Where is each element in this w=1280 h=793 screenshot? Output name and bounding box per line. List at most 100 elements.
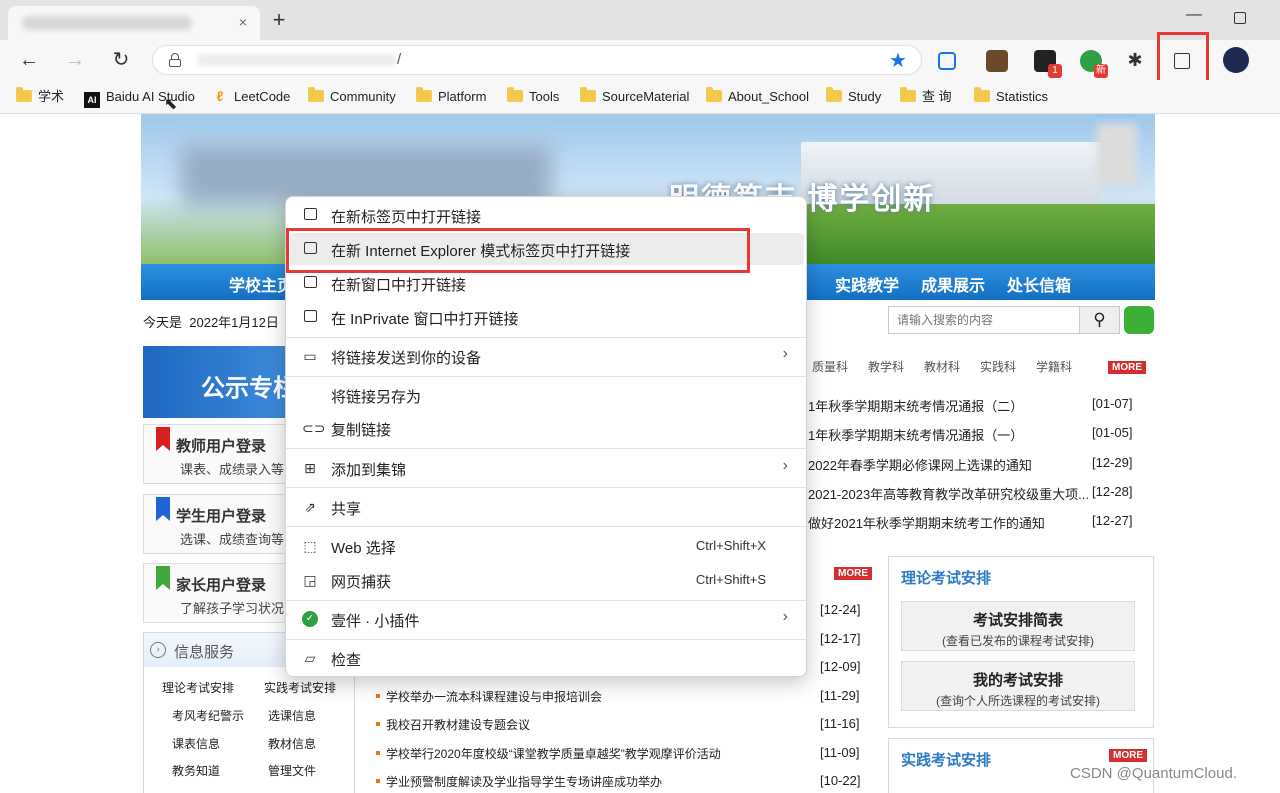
tab-textbook[interactable]: 教材科 [924,358,960,375]
menu-send-to-device[interactable]: ▭ 将链接发送到你的设备 › [290,340,804,372]
list-item[interactable]: 学校举行2020年度校级“课堂教学质量卓越奖”教学观摩评价活动 [376,745,866,762]
yiban-icon: ✓ [302,611,318,627]
info-link[interactable]: 管理文件 [268,762,316,779]
extension-avatar-icon[interactable] [986,50,1008,72]
bookmark-folder[interactable]: Platform [416,87,486,106]
site-search-input[interactable] [889,307,1079,333]
web-capture-icon: ◲ [303,572,317,588]
new-window-icon [302,275,318,291]
bookmark-folder[interactable]: About_School [706,87,809,106]
link-icon: ⊂⊃ [302,420,326,436]
title-bar: × + — [0,0,1280,40]
list-date: [11-29] [820,688,860,703]
wechat-icon[interactable] [1124,306,1154,334]
folder-icon [706,87,722,102]
menu-add-to-collections[interactable]: ⊞ 添加到集锦 › [290,452,804,484]
tab-registry[interactable]: 学籍科 [1036,358,1072,375]
yiban-extension-icon[interactable]: 新 [1080,50,1108,78]
bookmark-folder[interactable]: SourceMaterial [580,87,689,106]
menu-web-select[interactable]: ⬚ Web 选择 Ctrl+Shift+X [290,530,804,562]
folder-icon [416,87,432,102]
search-icon[interactable]: ⚲ [1079,307,1119,333]
list-date: [11-16] [820,716,860,731]
list-date: [12-09] [820,659,861,674]
list-item[interactable]: 我校召开教材建设专题会议 [376,716,866,733]
my-exam-button[interactable]: 我的考试安排 (查询个人所选课程的考试安排) [901,661,1135,711]
current-date: 2022年1月12日 [189,315,279,330]
menu-open-inprivate[interactable]: 在 InPrivate 窗口中打开链接 [290,301,804,333]
new-tab-icon [302,207,318,223]
list-date: [12-17] [820,631,861,646]
list-item[interactable]: 学业预警制度解读及学业指导学生专场讲座成功举办 [376,773,866,790]
ie-mode-highlight-box [1157,32,1209,87]
menu-open-new-tab[interactable]: 在新标签页中打开链接 [290,199,804,231]
nav-practice[interactable]: 实践教学 [835,272,899,296]
info-link[interactable]: 教材信息 [268,735,316,752]
bookmark-folder[interactable]: 学术 [16,87,64,106]
news-tabs: 质量科 教学科 教材科 实践科 学籍科 MORE [808,358,1153,380]
maximize-button[interactable] [1234,12,1246,24]
browser-tab[interactable]: × [8,6,260,40]
menu-copy-link[interactable]: ⊂⊃ 复制链接 [290,412,804,444]
more-button[interactable]: MORE [1108,361,1146,374]
extensions-puzzle-icon[interactable]: ✱ [1122,48,1148,74]
blue-flag-icon [156,497,170,521]
tab-quality[interactable]: 质量科 [812,358,848,375]
more-button[interactable]: MORE [1109,749,1147,762]
screen-cast-icon[interactable] [938,52,956,70]
extension-notification-icon[interactable]: 1 [1034,50,1062,78]
menu-share[interactable]: ⇗ 共享 [290,491,804,523]
back-arrow-icon[interactable]: ← [16,48,42,74]
chevron-circle-icon: › [150,642,166,658]
tab-practice[interactable]: 实践科 [980,358,1016,375]
url-redacted [197,54,397,66]
profile-avatar[interactable] [1223,47,1249,73]
new-tab-button[interactable]: + [266,8,292,34]
tab-close-button[interactable]: × [234,13,252,31]
bookmark-folder[interactable]: Statistics [974,87,1048,106]
menu-inspect[interactable]: ▱ 检查 [290,642,804,674]
info-link[interactable]: 实践考试安排 [264,679,336,696]
bookmark-folder[interactable]: Tools [507,87,559,106]
address-bar[interactable]: / ★ [152,45,922,75]
url-suffix: / [397,51,402,68]
forward-arrow-icon[interactable]: → [62,48,88,74]
nav-results[interactable]: 成果展示 [921,272,985,296]
menu-web-capture[interactable]: ◲ 网页捕获 Ctrl+Shift+S [290,564,804,596]
more-button[interactable]: MORE [834,567,872,580]
info-link[interactable]: 教务知道 [172,762,220,779]
list-item[interactable]: 学校举办一流本科课程建设与申报培训会 [376,688,866,705]
minimize-button[interactable]: — [1184,6,1204,26]
bookmark-link[interactable]: ℓ LeetCode [212,88,291,106]
favorite-star-icon[interactable]: ★ [889,48,907,73]
folder-icon [826,87,842,102]
info-link[interactable]: 课表信息 [172,735,220,752]
news-date: [01-05] [1092,425,1133,440]
info-link[interactable]: 考风考纪警示 [172,707,244,724]
list-date: [12-24] [820,602,861,617]
practice-panel-title: 实践考试安排 [901,752,992,769]
leetcode-icon: ℓ [216,88,224,104]
list-date: [11-09] [820,745,860,760]
nav-home[interactable]: 学校主页 [229,272,293,296]
lock-icon[interactable] [169,53,181,67]
bookmark-link[interactable]: AI Baidu AI Studio [84,88,195,108]
inprivate-icon [302,309,318,325]
bookmark-folder[interactable]: Study [826,87,881,106]
web-select-icon: ⬚ [303,538,317,554]
menu-save-link-as[interactable]: 将链接另存为 [290,379,804,411]
refresh-icon[interactable]: ↻ [108,48,134,74]
info-link[interactable]: 选课信息 [268,707,316,724]
folder-icon [507,87,523,102]
exam-schedule-panel: 理论考试安排 考试安排简表 (查看已发布的课程考试安排) 我的考试安排 (查询个… [888,556,1154,728]
info-link[interactable]: 理论考试安排 [162,679,234,696]
share-icon: ⇗ [304,499,316,515]
nav-mailbox[interactable]: 处长信箱 [1007,272,1071,296]
exam-summary-button[interactable]: 考试安排简表 (查看已发布的课程考试安排) [901,601,1135,651]
bookmark-folder[interactable]: 查 询 [900,87,952,106]
folder-icon [900,87,916,102]
menu-yiban-plugin[interactable]: ✓ 壹伴 · 小插件 › [290,603,804,635]
bookmark-folder[interactable]: Community [308,87,396,106]
banner-redacted [1097,124,1137,184]
tab-teaching[interactable]: 教学科 [868,358,904,375]
